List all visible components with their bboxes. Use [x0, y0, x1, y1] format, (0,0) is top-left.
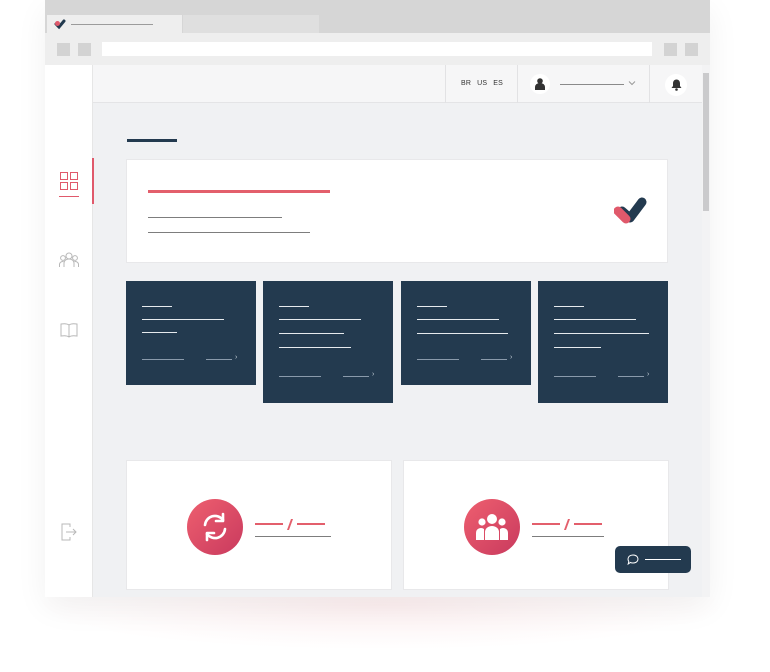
chevron-right-icon: › [647, 371, 650, 378]
refresh-icon [203, 512, 227, 542]
card-text-line [279, 347, 351, 348]
chat-button[interactable] [615, 546, 691, 573]
forward-button[interactable] [78, 43, 91, 56]
heart-logo-icon [614, 197, 647, 224]
user-name-placeholder[interactable] [560, 84, 624, 85]
card-text-line [554, 347, 601, 348]
topbar-divider [517, 65, 518, 103]
user-icon [535, 78, 545, 90]
card-footer-line [142, 359, 184, 360]
browser-tab-inactive[interactable] [183, 15, 319, 33]
info-card[interactable]: › [126, 281, 256, 385]
info-card[interactable]: › [263, 281, 393, 403]
language-switcher: BR US ES [461, 80, 503, 87]
lang-es[interactable]: ES [493, 80, 503, 87]
card-link-line[interactable] [618, 376, 644, 377]
card-text-line [417, 333, 508, 334]
chat-bubble-icon [627, 554, 639, 565]
card-title-placeholder [554, 306, 584, 307]
tab-title-placeholder [71, 24, 153, 25]
card-text-line [554, 319, 636, 320]
dashboard-grid-icon [60, 172, 78, 190]
logout-button[interactable] [45, 509, 93, 555]
stat-icon-badge [187, 499, 243, 555]
card-title-placeholder [417, 306, 447, 307]
group-icon [476, 514, 508, 540]
card-text-line [142, 319, 224, 320]
app-topbar: BR US ES [93, 65, 710, 103]
team-icon [59, 252, 79, 267]
chevron-right-icon: › [235, 354, 238, 361]
lang-br[interactable]: BR [461, 80, 471, 87]
avatar[interactable] [530, 74, 550, 94]
card-link-line[interactable] [343, 376, 369, 377]
browser-tab-active[interactable] [47, 15, 182, 33]
page-title [127, 139, 177, 142]
browser-tab-bar [45, 0, 710, 33]
card-title-placeholder [279, 306, 309, 307]
info-card[interactable]: › [401, 281, 531, 385]
welcome-banner [126, 159, 668, 263]
active-underline [59, 196, 79, 197]
scrollbar[interactable] [702, 65, 710, 597]
sidebar-item-library[interactable] [45, 307, 93, 353]
chevron-down-icon[interactable] [628, 79, 636, 87]
sidebar [45, 65, 94, 597]
card-link-line[interactable] [481, 359, 507, 360]
browser-toolbar [45, 33, 710, 65]
card-footer-line [417, 359, 459, 360]
chevron-right-icon: › [372, 371, 375, 378]
main-content: › › › › [93, 103, 702, 597]
card-text-line [554, 333, 649, 334]
card-text-line [142, 332, 177, 333]
menu-button[interactable] [685, 43, 698, 56]
card-text-line [279, 333, 344, 334]
chevron-right-icon: › [510, 354, 513, 361]
book-icon [60, 323, 78, 338]
sidebar-item-dashboard[interactable] [45, 158, 94, 204]
heart-logo-icon [54, 19, 66, 30]
scrollbar-thumb[interactable] [703, 73, 709, 211]
back-button[interactable] [57, 43, 70, 56]
topbar-divider [445, 65, 446, 103]
card-footer-line [554, 376, 596, 377]
card-text-line [279, 319, 361, 320]
card-footer-line [279, 376, 321, 377]
lang-us[interactable]: US [477, 80, 487, 87]
stat-label-placeholder [532, 536, 604, 537]
logout-icon [61, 523, 77, 541]
stat-label-placeholder [255, 536, 331, 537]
stat-icon-badge [464, 499, 520, 555]
chat-label-placeholder [645, 559, 681, 560]
topbar-divider [649, 65, 650, 103]
banner-text-line [148, 217, 282, 218]
extension-button[interactable] [664, 43, 677, 56]
card-link-line[interactable] [206, 359, 232, 360]
stat-card [126, 460, 392, 590]
screenshot-stage: BR US ES › › › › [0, 0, 770, 672]
sidebar-item-team[interactable] [45, 237, 93, 283]
card-title-placeholder [142, 306, 172, 307]
info-card[interactable]: › [538, 281, 668, 403]
banner-title-placeholder [148, 190, 330, 193]
bell-icon [671, 79, 681, 91]
browser-window: BR US ES › › › › [45, 0, 710, 597]
notifications-button[interactable] [665, 74, 687, 96]
address-bar[interactable] [102, 42, 652, 56]
app-area: BR US ES › › › › [45, 65, 710, 597]
card-text-line [417, 319, 499, 320]
banner-text-line [148, 232, 310, 233]
